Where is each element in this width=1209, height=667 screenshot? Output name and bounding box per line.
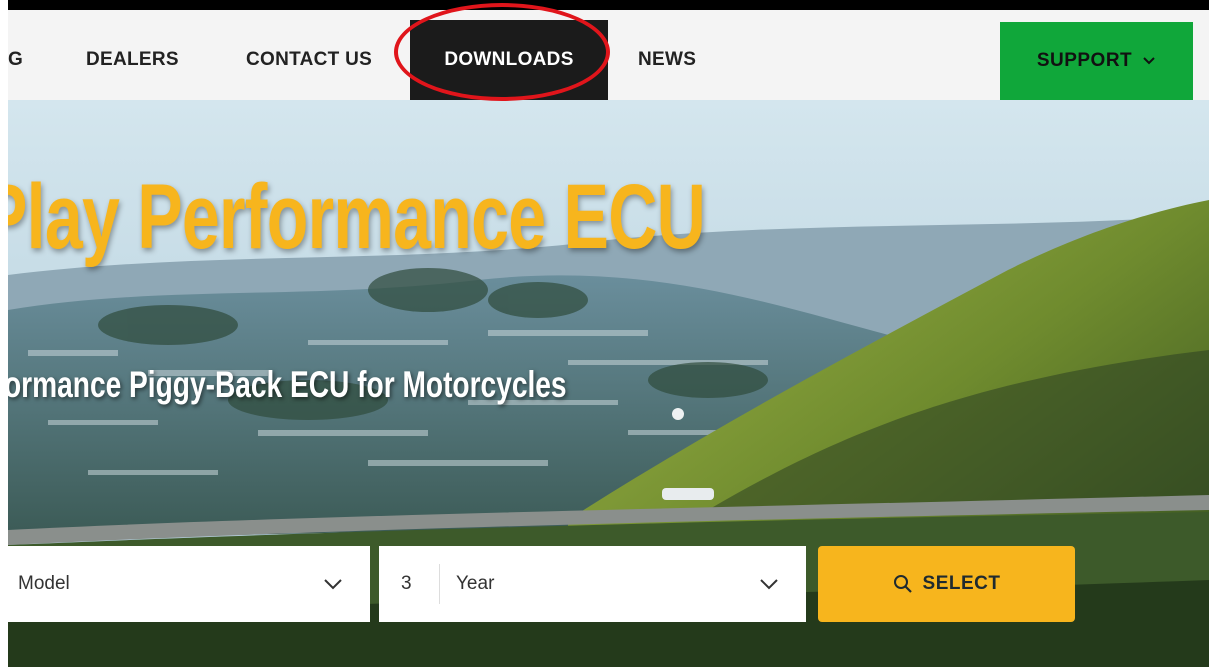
year-select[interactable]: 3 Year <box>379 546 806 622</box>
select-button[interactable]: SELECT <box>818 546 1075 622</box>
main-navigation: G DEALERS CONTACT US DOWNLOADS NEWS SUPP… <box>8 10 1209 100</box>
nav-item-downloads[interactable]: DOWNLOADS <box>410 20 608 100</box>
support-label: SUPPORT <box>1036 50 1133 71</box>
model-select-value: Model <box>18 573 70 594</box>
year-number: 3 <box>401 573 412 594</box>
hero-banner: Play Performance ECU ormance Piggy-Back … <box>8 100 1209 667</box>
hero-subtitle: ormance Piggy-Back ECU for Motorcycles <box>8 364 567 405</box>
chevron-down-icon <box>760 579 778 590</box>
nav-item-news[interactable]: NEWS <box>638 20 696 100</box>
chevron-down-icon <box>324 579 342 590</box>
year-select-value: Year <box>456 573 495 594</box>
nav-item-dealers[interactable]: DEALERS <box>86 20 179 100</box>
nav-item-partial[interactable]: G <box>8 20 23 100</box>
chevron-down-icon <box>1143 57 1155 65</box>
select-button-label: SELECT <box>922 573 1001 594</box>
left-edge-strip <box>0 0 8 667</box>
nav-item-contact-us[interactable]: CONTACT US <box>246 20 372 100</box>
hero-title: Play Performance ECU <box>8 166 706 268</box>
model-select[interactable]: Model <box>8 546 370 622</box>
search-icon <box>893 575 912 593</box>
year-divider <box>439 564 440 604</box>
support-button[interactable]: SUPPORT <box>1000 22 1193 100</box>
top-black-bar <box>0 0 1209 10</box>
